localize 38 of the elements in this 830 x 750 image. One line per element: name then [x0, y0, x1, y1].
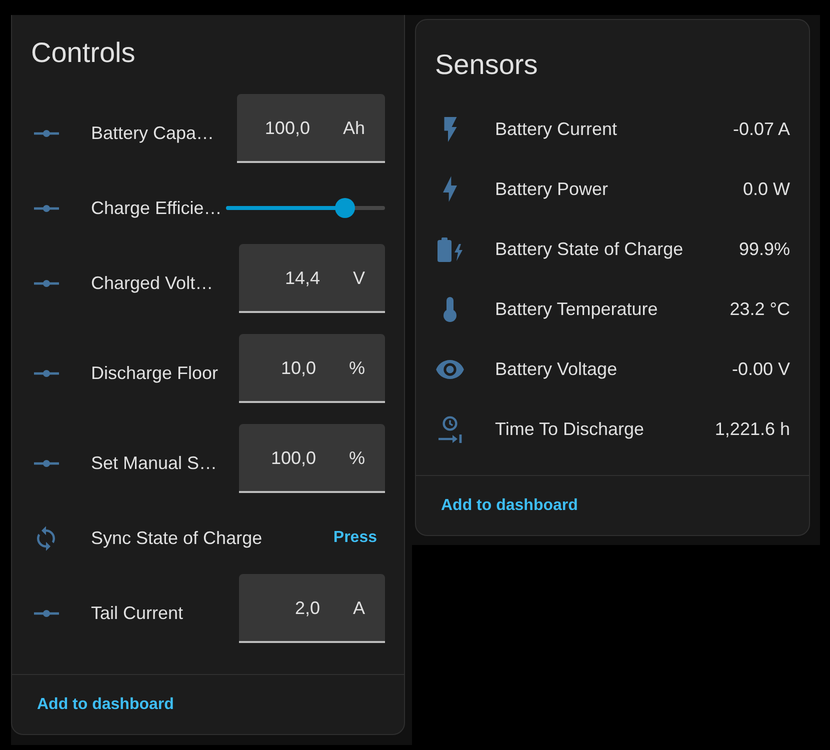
- slider-thumb[interactable]: [335, 198, 356, 218]
- battery-charging-icon: [437, 236, 463, 262]
- entity-name: Sync State of Charge: [91, 527, 262, 549]
- entity-name: Battery Capa…: [91, 122, 214, 144]
- sensor-name: Battery Voltage: [495, 358, 618, 380]
- sensor-value: 0.0 W: [742, 178, 790, 200]
- sync-icon: [37, 526, 55, 550]
- number-field[interactable]: 10,0 %: [239, 334, 385, 403]
- sensor-name: Battery Current: [495, 118, 618, 140]
- add-to-dashboard-button[interactable]: Add to dashboard: [29, 686, 182, 722]
- entity-name: Tail Current: [91, 602, 184, 624]
- number-field[interactable]: 14,4 V: [239, 244, 385, 313]
- entity-name: Charged Volt…: [91, 272, 214, 294]
- number-field[interactable]: 100,0 %: [239, 424, 385, 493]
- entity-name: Discharge Floor: [91, 362, 218, 384]
- slider[interactable]: [226, 198, 385, 218]
- lightning-bolt-icon: [443, 176, 457, 202]
- card-title: Controls: [31, 37, 136, 69]
- press-button[interactable]: Press: [325, 520, 385, 556]
- add-to-dashboard-button[interactable]: Add to dashboard: [433, 488, 586, 524]
- entity-name: Set Manual S…: [91, 452, 218, 474]
- sensor-name: Battery Power: [495, 178, 608, 200]
- thermometer-icon: [443, 296, 457, 322]
- number-field[interactable]: 2,0 A: [239, 574, 385, 643]
- sensor-value: -0.00 V: [732, 358, 790, 380]
- sensor-value: 1,221.6 h: [714, 418, 790, 440]
- entity-name: Charge Efficie…: [91, 197, 222, 219]
- sensor-name: Time To Discharge: [495, 418, 644, 440]
- clock-arrow-icon: [438, 416, 462, 442]
- card-title: Sensors: [435, 49, 538, 81]
- sensor-value: 99.9%: [738, 238, 790, 260]
- sensor-name: Battery Temperature: [495, 298, 658, 320]
- eye-icon: [436, 360, 464, 378]
- sensor-value: 23.2 °C: [730, 298, 790, 320]
- lightning-bolt-icon: [444, 116, 456, 142]
- number-field[interactable]: 100,0 Ah: [236, 94, 385, 163]
- sensor-value: -0.07 A: [732, 118, 790, 140]
- sensor-name: Battery State of Charge: [495, 238, 684, 260]
